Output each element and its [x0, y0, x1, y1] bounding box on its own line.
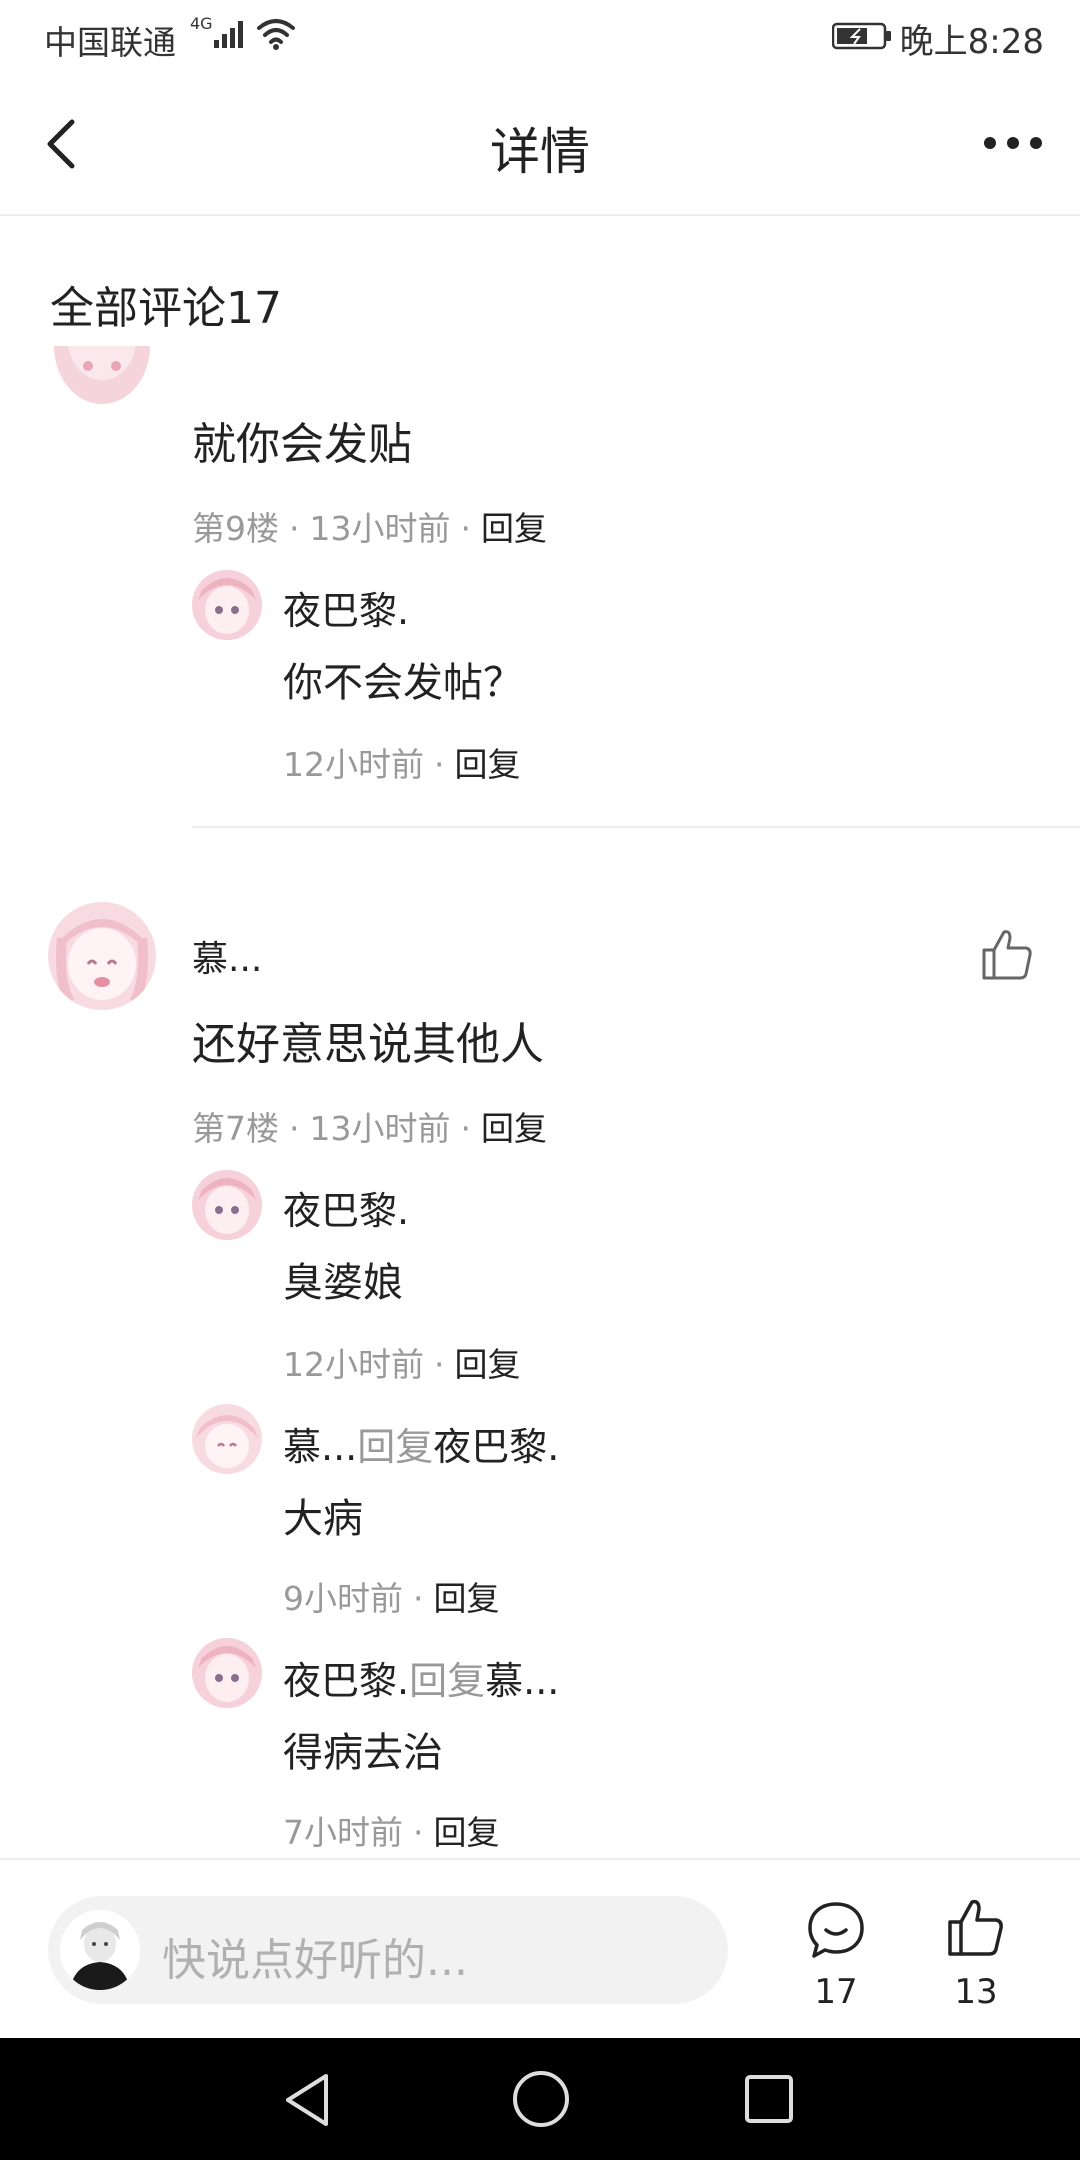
reply-username: 夜巴黎.回复慕... — [283, 1650, 559, 1705]
reply-time: 12小时前 — [283, 745, 424, 784]
avatar[interactable] — [48, 902, 156, 1010]
reply-word: 回复 — [409, 1659, 486, 1703]
comment-divider — [192, 826, 1080, 828]
comment-text: 就你会发贴 — [192, 419, 412, 470]
more-options-icon[interactable] — [980, 118, 1046, 168]
comment-time: 13小时前 — [309, 1109, 451, 1148]
reply-meta: 7小时前 · 回复 — [283, 1813, 500, 1852]
thumbs-up-icon[interactable] — [980, 928, 1034, 982]
reply-avatar[interactable] — [192, 1404, 262, 1474]
signal-icon — [214, 21, 243, 48]
reply-username[interactable]: 夜巴黎. — [283, 580, 409, 635]
system-navigation-bar — [0, 2038, 1080, 2160]
reply-username: 慕...回复夜巴黎. — [283, 1416, 559, 1471]
reply-button[interactable]: 回复 — [481, 1109, 547, 1148]
reply-meta: 9小时前 · 回复 — [283, 1579, 500, 1618]
comment-username[interactable]: 慕... — [192, 930, 262, 982]
reply-button[interactable]: 回复 — [481, 509, 547, 548]
reply-username[interactable]: 夜巴黎. — [283, 1180, 409, 1235]
status-bar: 中国联通 4G 晚上8:28 — [0, 0, 1080, 78]
reply-button[interactable]: 回复 — [434, 1813, 500, 1852]
reply-time: 12小时前 — [283, 1345, 424, 1384]
reply-button[interactable]: 回复 — [455, 745, 521, 784]
reply-meta: 12小时前 · 回复 — [283, 745, 521, 784]
like-count: 13 — [954, 1972, 998, 2012]
wifi-icon — [257, 19, 295, 50]
nav-bar: 详情 — [0, 78, 1080, 216]
reply-button[interactable]: 回复 — [434, 1579, 500, 1618]
system-recents-icon[interactable] — [742, 2072, 796, 2126]
reply-avatar[interactable] — [192, 570, 262, 640]
comment-time: 13小时前 — [309, 509, 451, 548]
reply-text: 你不会发帖？ — [283, 660, 523, 706]
reply-button[interactable]: 回复 — [455, 1345, 521, 1384]
bottom-action-bar: 快说点好听的... 17 13 — [0, 1858, 1080, 2040]
system-back-icon[interactable] — [280, 2070, 336, 2130]
comment-icon[interactable] — [806, 1900, 866, 1960]
carrier-name: 中国联通 — [44, 23, 176, 62]
reply-time: 9小时前 — [283, 1579, 403, 1618]
like-icon[interactable] — [946, 1898, 1004, 1958]
reply-avatar[interactable] — [192, 1638, 262, 1708]
floor-number: 第9楼 — [192, 509, 279, 548]
reply-text: 大病 — [283, 1496, 363, 1542]
reply-text: 得病去治 — [283, 1730, 443, 1776]
clock: 晚上8:28 — [899, 22, 1044, 62]
comment-count: 17 — [814, 1972, 858, 2012]
comment-input[interactable]: 快说点好听的... — [48, 1896, 728, 2004]
system-home-icon[interactable] — [510, 2068, 572, 2130]
reply-target[interactable]: 慕... — [485, 1659, 559, 1703]
floor-number: 第7楼 — [192, 1109, 279, 1148]
comments-count-title: 全部评论17 — [50, 283, 282, 334]
network-type: 4G — [190, 14, 213, 33]
reply-author[interactable]: 夜巴黎. — [283, 1659, 409, 1703]
reply-time: 7小时前 — [283, 1813, 403, 1852]
my-avatar — [60, 1910, 140, 1990]
comment-meta: 第7楼 · 13小时前 · 回复 — [192, 1109, 547, 1148]
comment-text: 还好意思说其他人 — [192, 1019, 544, 1070]
reply-target[interactable]: 夜巴黎. — [433, 1425, 559, 1469]
reply-avatar[interactable] — [192, 1170, 262, 1240]
page-title: 详情 — [490, 123, 590, 181]
reply-word: 回复 — [357, 1425, 434, 1469]
comment-meta: 第9楼 · 13小时前 · 回复 — [192, 509, 547, 548]
reply-author[interactable]: 慕... — [283, 1425, 357, 1469]
reply-meta: 12小时前 · 回复 — [283, 1345, 521, 1384]
battery-icon — [832, 22, 891, 50]
avatar[interactable] — [54, 346, 150, 406]
comment-input-placeholder[interactable]: 快说点好听的... — [162, 1924, 468, 1988]
reply-text: 臭婆娘 — [283, 1260, 403, 1306]
